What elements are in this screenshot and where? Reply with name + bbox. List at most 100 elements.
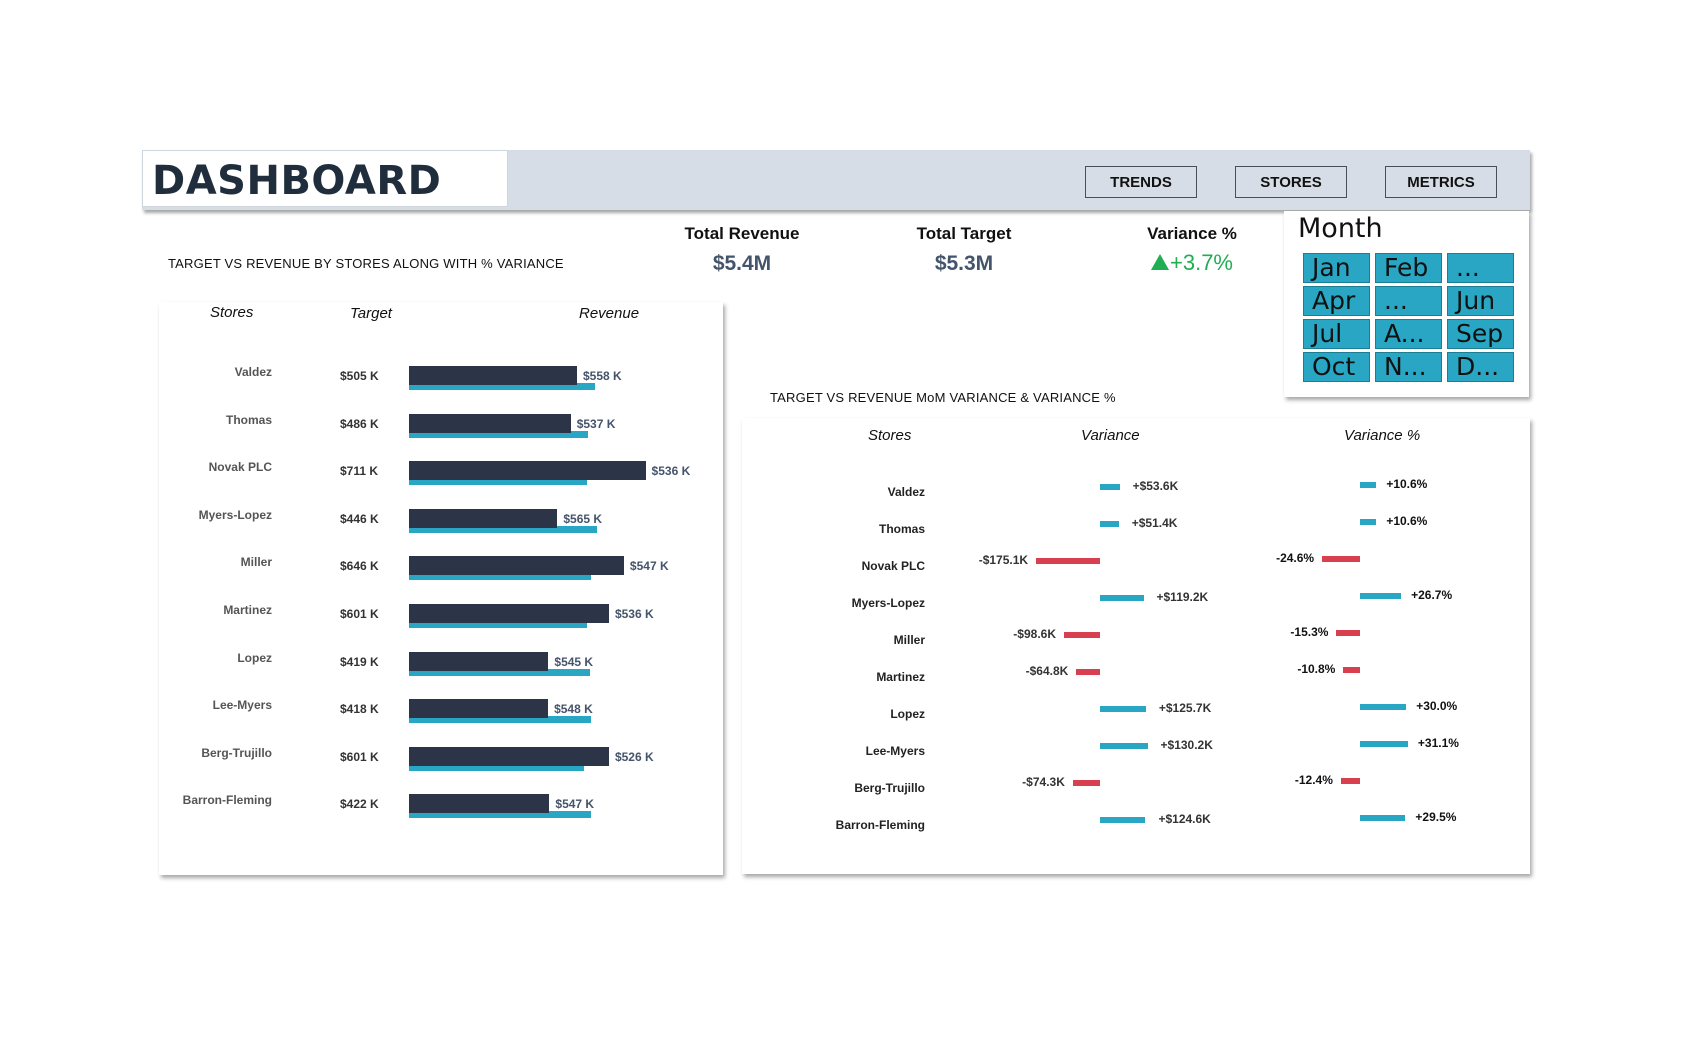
month-button[interactable]: N... xyxy=(1375,352,1442,382)
stores-column-header: Stores xyxy=(210,304,254,321)
target-value-label: $601 K xyxy=(340,749,379,764)
target-bar xyxy=(409,366,577,385)
variance-value-label: -$64.8K xyxy=(1025,664,1069,678)
trends-button[interactable]: TRENDS xyxy=(1085,166,1197,198)
revenue-value-label: $545 K xyxy=(554,654,594,669)
variance-pct-bar xyxy=(1360,519,1377,525)
revenue-value-label: $547 K xyxy=(555,797,595,812)
store-label: Lopez xyxy=(890,707,925,721)
triangle-up-icon xyxy=(1150,253,1170,276)
store-label: Thomas xyxy=(878,522,925,536)
target-bar xyxy=(409,508,558,528)
target-value-label: $418 K xyxy=(340,702,379,717)
total-target-label: Total Target xyxy=(916,224,1012,243)
target-column-header: Target xyxy=(350,305,392,322)
variance-pct-bar xyxy=(1360,482,1377,488)
variance-bar xyxy=(1100,706,1146,712)
variance-value: +3.7% xyxy=(1170,250,1233,275)
month-button[interactable]: Jan xyxy=(1303,253,1370,283)
variance-pct-label: -10.8% xyxy=(1297,662,1336,676)
store-label: Valdez xyxy=(234,365,272,379)
variance-pct-bar xyxy=(1360,741,1408,747)
total-revenue-value: $5.4M xyxy=(712,252,772,275)
target-bar xyxy=(409,556,624,576)
revenue-value-label: $565 K xyxy=(563,511,603,526)
variance-value-label: -$74.3K xyxy=(1022,775,1065,789)
month-button[interactable]: ... xyxy=(1375,286,1442,316)
target-value-label: $505 K xyxy=(340,369,379,383)
store-label: Berg-Trujillo xyxy=(201,745,272,760)
page-title: DASHBOARD xyxy=(152,158,442,204)
variance-pct-label: +10.6% xyxy=(1386,514,1428,528)
revenue-value-label: $547 K xyxy=(629,559,669,574)
store-label: Barron-Fleming xyxy=(182,793,272,808)
store-label: Myers-Lopez xyxy=(851,596,925,610)
variance-pct-column-header: Variance % xyxy=(1344,427,1421,444)
variance-pct-bar xyxy=(1360,815,1406,821)
store-label: Miller xyxy=(893,633,925,647)
revenue-value-label: $548 K xyxy=(554,702,593,717)
store-label: Miller xyxy=(240,555,272,570)
month-button[interactable]: Jul xyxy=(1303,319,1370,349)
target-value-label: $486 K xyxy=(340,416,379,431)
variance-bar xyxy=(1100,595,1144,601)
variance-pct-label: +30.0% xyxy=(1416,699,1458,713)
variance-pct-label: +26.7% xyxy=(1411,588,1453,602)
target-value-label: $601 K xyxy=(340,607,379,621)
store-label: Novak PLC xyxy=(208,460,272,475)
store-label: Martinez xyxy=(876,670,925,684)
variance-value-label: +$124.6K xyxy=(1158,812,1211,826)
target-value-label: $422 K xyxy=(340,797,379,812)
variance-pct-bar xyxy=(1340,778,1360,784)
revenue-value-label: $526 K xyxy=(614,749,654,764)
variance-bar xyxy=(1100,521,1119,527)
variance-pct-bar xyxy=(1336,630,1360,636)
variance-value-label: +$51.4K xyxy=(1131,516,1178,530)
revenue-value-label: $536 K xyxy=(614,607,654,621)
total-revenue-label: Total Revenue xyxy=(684,224,800,243)
variance-pct-label: -15.3% xyxy=(1290,625,1329,639)
month-button[interactable]: Feb xyxy=(1375,253,1442,283)
target-bar xyxy=(409,746,609,766)
target-bar xyxy=(409,461,646,481)
revenue-column-header: Revenue xyxy=(579,305,640,322)
target-bar xyxy=(409,651,549,671)
stores-button[interactable]: STORES xyxy=(1235,166,1347,198)
month-slicer-title: Month xyxy=(1298,213,1383,244)
variance-pct-bar xyxy=(1343,667,1360,673)
variance-value-label: +$119.2K xyxy=(1156,590,1209,604)
target-bar xyxy=(409,699,549,719)
metrics-button[interactable]: METRICS xyxy=(1385,166,1497,198)
right-chart-title: TARGET VS REVENUE MoM VARIANCE & VARIANC… xyxy=(770,390,1116,405)
month-button[interactable]: Sep xyxy=(1447,319,1514,349)
month-button[interactable]: Jun xyxy=(1447,286,1514,316)
total-target-value: $5.3M xyxy=(934,252,994,275)
variance-value-label: -$175.1K xyxy=(978,553,1029,567)
month-button[interactable]: D... xyxy=(1447,352,1514,382)
variance-pct-label: +29.5% xyxy=(1415,810,1457,824)
target-value-label: $711 K xyxy=(340,464,379,479)
month-button[interactable]: Oct xyxy=(1303,352,1370,382)
target-value-label: $419 K xyxy=(340,654,379,669)
variance-pct-bar xyxy=(1360,704,1407,710)
variance-bar xyxy=(1100,743,1148,749)
store-label: Lee-Myers xyxy=(865,744,925,758)
store-label: Novak PLC xyxy=(861,559,925,573)
variance-pct-label: +10.6% xyxy=(1386,477,1428,491)
store-label: Valdez xyxy=(887,485,925,499)
variance-value-label: +$130.2K xyxy=(1160,738,1213,752)
variance-pct-label: -12.4% xyxy=(1294,773,1333,787)
revenue-value-label: $558 K xyxy=(583,369,622,383)
stores-column-header-2: Stores xyxy=(868,427,912,444)
store-label: Thomas xyxy=(225,412,272,427)
target-bar xyxy=(409,413,571,433)
month-button[interactable]: Apr xyxy=(1303,286,1370,316)
variance-pct-label: +31.1% xyxy=(1417,736,1459,750)
target-bar xyxy=(409,794,550,814)
month-button[interactable]: A... xyxy=(1375,319,1442,349)
month-button[interactable]: ... xyxy=(1447,253,1514,283)
revenue-value-label: $537 K xyxy=(576,416,616,431)
variance-value-label: +$125.7K xyxy=(1158,701,1212,715)
variance-bar xyxy=(1100,817,1146,823)
revenue-value-label: $536 K xyxy=(651,464,691,479)
